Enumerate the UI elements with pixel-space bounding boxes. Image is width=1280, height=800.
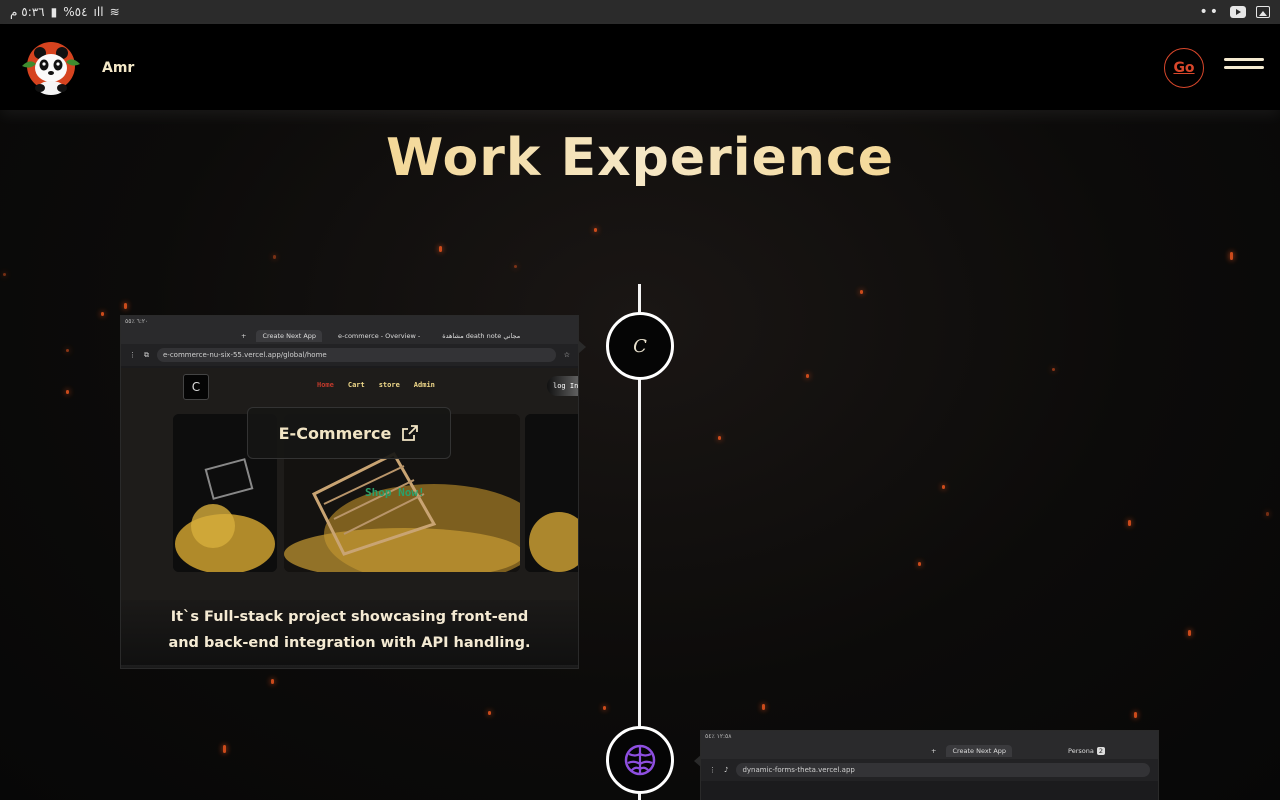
battery-level: %٥٤ xyxy=(63,5,88,19)
ember-particle xyxy=(66,349,69,352)
screenshot-login-button: log In xyxy=(547,376,578,396)
screenshot-site-logo: C xyxy=(183,374,209,400)
screenshot-tab: Create Next App xyxy=(946,745,1013,757)
screenshot-tab-strip: + Create Next App e-commerce - Overview … xyxy=(121,328,578,344)
section-title: Work Experience xyxy=(0,128,1280,188)
project-link-ecommerce[interactable]: E-Commerce xyxy=(247,407,451,459)
ecommerce-logo-icon: C xyxy=(633,335,647,357)
screenshot-url: e-commerce-nu-six-55.vercel.app/global/h… xyxy=(157,348,556,362)
new-tab-icon: + xyxy=(931,747,937,755)
ember-particle xyxy=(514,265,517,268)
ember-particle xyxy=(1266,512,1269,516)
project-name: E-Commerce xyxy=(278,423,392,443)
translate-icon: ⧉ xyxy=(144,350,149,359)
ember-particle xyxy=(1128,520,1131,526)
screenshot-tab: e-commerce - Overview - xyxy=(338,332,421,340)
microphone-icon: ♪ xyxy=(724,766,729,774)
screenshot-nav-links: Home Cart store Admin xyxy=(317,381,435,389)
screenshot-nav-home: Home xyxy=(317,381,334,389)
ember-particle xyxy=(603,706,606,710)
timeline-node-ecommerce[interactable]: C xyxy=(606,312,674,380)
new-tab-icon: + xyxy=(241,332,247,340)
kebab-menu-icon: ⋮ xyxy=(129,351,136,359)
ember-particle xyxy=(439,246,442,252)
screenshot-status-bar: ٦:٢٠ ٪٥٥ xyxy=(121,316,578,328)
ember-particle xyxy=(3,273,6,276)
gallery-icon[interactable] xyxy=(1256,6,1270,18)
signal-icon: ıll xyxy=(93,5,104,19)
ember-particle xyxy=(1230,252,1233,260)
hamburger-menu-icon[interactable] xyxy=(1224,58,1264,78)
status-time: ٥:٣٦ م xyxy=(10,5,45,19)
screenshot-site-nav: C Home Cart store Admin log In xyxy=(121,368,578,404)
ember-particle xyxy=(66,390,69,394)
go-button[interactable]: Go xyxy=(1164,48,1204,88)
brain-icon xyxy=(624,744,656,776)
ember-particle xyxy=(1188,630,1191,636)
brand-name[interactable]: Amr xyxy=(102,60,134,76)
youtube-icon[interactable] xyxy=(1230,6,1246,18)
ember-particle xyxy=(101,312,104,316)
description-line: and back-end integration with API handli… xyxy=(168,635,531,651)
ember-particle xyxy=(1134,712,1137,718)
wifi-icon: ≋ xyxy=(109,5,120,19)
battery-icon: ▮ xyxy=(50,5,58,19)
project-description: It`s Full-stack project showcasing front… xyxy=(121,600,578,668)
experience-card-dynamic-forms[interactable]: ١٢:٥٨ ٪٥٤ + Create Next App Persona 2 ⋮ … xyxy=(701,731,1158,800)
ember-particle xyxy=(594,228,597,232)
screenshot-tab: Create Next App xyxy=(256,330,323,342)
screenshot-status-bar: ١٢:٥٨ ٪٥٤ xyxy=(701,731,1158,743)
ember-particle xyxy=(918,562,921,566)
screenshot-tab: مشاهدة death note مجاني xyxy=(442,332,521,340)
ember-particle xyxy=(273,255,276,259)
ember-particle xyxy=(271,679,274,684)
timeline-pointer xyxy=(578,340,586,354)
description-line: It`s Full-stack project showcasing front… xyxy=(170,609,529,625)
ember-particle xyxy=(860,290,863,294)
screenshot-tab: Persona 2 xyxy=(1068,747,1105,755)
screenshot-nav-cart: Cart xyxy=(347,381,365,389)
ember-particle xyxy=(223,745,226,753)
panda-logo-icon[interactable] xyxy=(20,40,82,96)
more-dots-icon[interactable]: •• xyxy=(1199,4,1220,20)
ember-particle xyxy=(124,303,127,309)
status-left: ٥:٣٦ م ▮ %٥٤ ıll ≋ xyxy=(10,5,120,19)
screenshot-url-bar: ⋮ ♪ dynamic-forms-theta.vercel.app xyxy=(701,759,1158,781)
screenshot-nav-admin: Admin xyxy=(413,381,435,389)
portfolio-page: ٥:٣٦ م ▮ %٥٤ ıll ≋ •• Amr Go Work Experi… xyxy=(0,0,1280,800)
status-right: •• xyxy=(1199,4,1270,20)
timeline-node-dynamic-forms[interactable] xyxy=(606,726,674,794)
screenshot-tab-strip: + Create Next App Persona 2 xyxy=(701,743,1158,759)
screenshot-url: dynamic-forms-theta.vercel.app xyxy=(736,763,1150,777)
screenshot-nav-store: store xyxy=(378,381,400,389)
ember-particle xyxy=(488,711,491,715)
ember-particle xyxy=(1052,368,1055,371)
kebab-menu-icon: ⋮ xyxy=(709,766,716,774)
star-icon: ☆ xyxy=(563,351,570,359)
external-link-icon xyxy=(402,425,419,441)
ember-particle xyxy=(806,374,809,378)
ember-particle xyxy=(762,704,765,710)
system-status-bar: ٥:٣٦ م ▮ %٥٤ ıll ≋ •• xyxy=(0,0,1280,24)
site-header: Amr Go xyxy=(0,24,1280,110)
ember-particle xyxy=(718,436,721,440)
screenshot-slide xyxy=(525,414,578,572)
screenshot-url-bar: ⋮ ⧉ e-commerce-nu-six-55.vercel.app/glob… xyxy=(121,344,578,366)
ember-particle xyxy=(942,485,945,489)
screenshot-shop-now: Shop Now! xyxy=(365,486,425,499)
